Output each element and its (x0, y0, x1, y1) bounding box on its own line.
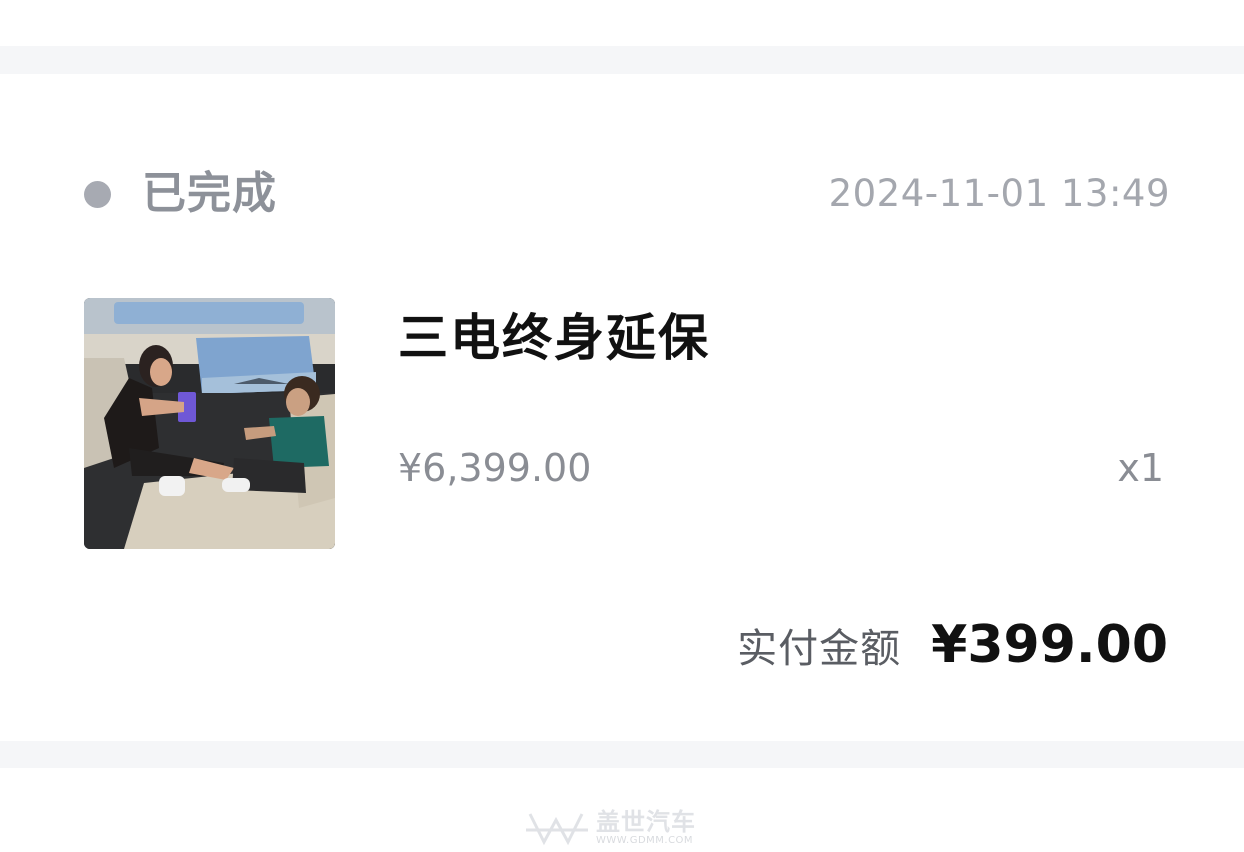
watermark: 盖世汽车 WWW.GDMM.COM (522, 806, 732, 850)
paid-amount-label: 实付金额 (737, 626, 902, 672)
watermark-url: WWW.GDMM.COM (596, 835, 694, 846)
product-name: 三电终身延保 (398, 309, 710, 367)
car-interior-photo (84, 298, 335, 549)
order-card-page: 已完成 2024-11-01 13:49 三电终身延保 ¥6,399.00 x1… (0, 0, 1244, 852)
watermark-brand: 盖世汽车 (596, 808, 696, 836)
top-separator (0, 46, 1244, 74)
order-status: 已完成 (142, 168, 277, 219)
order-status-row: 已完成 2024-11-01 13:49 (84, 166, 1170, 222)
order-timestamp: 2024-11-01 13:49 (828, 172, 1170, 215)
bottom-separator (0, 741, 1244, 768)
product-image[interactable] (84, 298, 335, 549)
watermark-text: 盖世汽车 WWW.GDMM.COM (596, 809, 696, 847)
quantity: x1 (1117, 446, 1164, 490)
unit-price: ¥6,399.00 (398, 446, 592, 490)
watermark-logo-icon (526, 813, 588, 846)
status-dot-icon (84, 181, 111, 208)
paid-amount-value: ¥399.00 (931, 615, 1168, 675)
paid-amount-row: 实付金额 ¥399.00 (737, 612, 1168, 678)
